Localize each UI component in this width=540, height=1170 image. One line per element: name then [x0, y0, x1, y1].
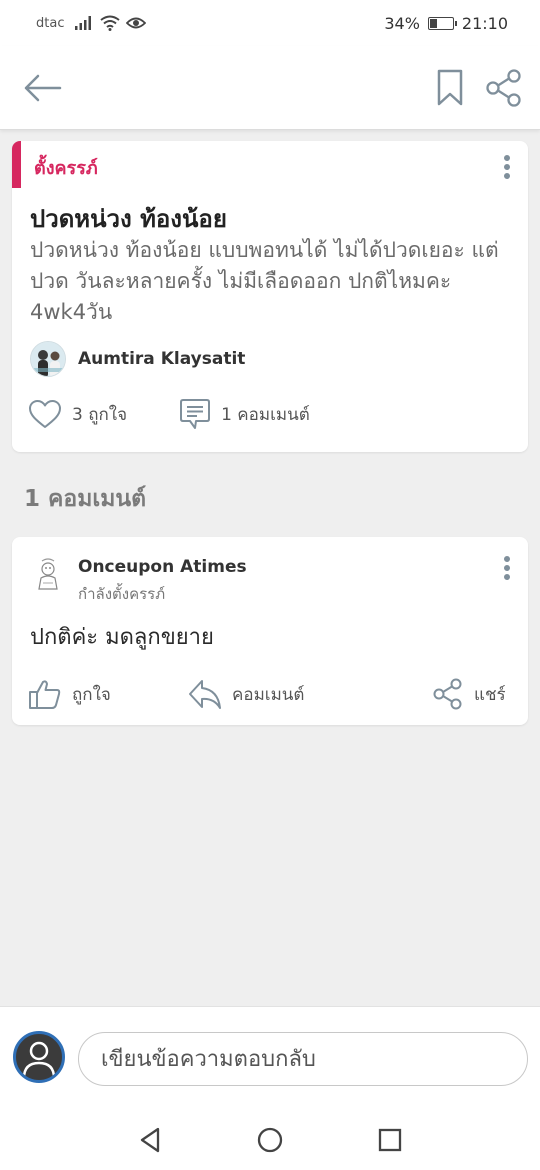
user-icon: [22, 1041, 56, 1079]
comment-share-button[interactable]: แชร์: [432, 677, 506, 711]
nav-recents-button[interactable]: [375, 1125, 405, 1155]
commenter-name[interactable]: Onceupon Atimes: [78, 557, 247, 577]
comment-actions: ถูกใจ คอมเมนต์ แชร์: [28, 677, 512, 711]
commenter-avatar[interactable]: [36, 557, 60, 591]
status-bar: dtac 34% 21:10: [0, 0, 540, 46]
battery-fill: [429, 18, 438, 28]
comment-bubble-icon: [180, 399, 211, 429]
heart-icon: [29, 400, 61, 428]
wifi-icon: [100, 15, 121, 31]
eye-icon: [126, 17, 147, 29]
post-actions: 3 ถูกใจ 1 คอมเมนต์: [28, 397, 310, 431]
system-nav-bar: [0, 1110, 540, 1170]
carrier-label: dtac: [36, 15, 65, 31]
category-tag[interactable]: ตั้งครรภ์: [34, 153, 98, 182]
reply-arrow-icon: [189, 680, 221, 709]
comment-like-label: ถูกใจ: [72, 684, 111, 705]
author-avatar[interactable]: [30, 341, 66, 377]
reply-input[interactable]: [78, 1032, 528, 1086]
thumbs-up-icon: [29, 680, 61, 709]
nav-recents-square-icon: [378, 1128, 402, 1152]
share-icon: [486, 69, 521, 107]
comment-reply-button[interactable]: คอมเมนต์: [188, 677, 304, 711]
battery-percent: 34%: [384, 13, 420, 33]
share-icon: [433, 678, 462, 710]
comment-reply-label: คอมเมนต์: [232, 684, 305, 705]
bookmark-icon: [437, 69, 463, 106]
post-more-options-icon[interactable]: [497, 152, 517, 182]
post-card: ตั้งครรภ์ ปวดหน่วง ท้องน้อย ปวดหน่วง ท้อ…: [12, 141, 528, 452]
comment-text: ปกติค่ะ มดลูกขยาย: [30, 625, 214, 650]
back-button[interactable]: [20, 68, 64, 108]
reply-bar: [0, 1006, 540, 1110]
comment-share-label: แชร์: [474, 684, 506, 705]
comment-card: Onceupon Atimes กำลังตั้งครรภ์ ปกติค่ะ ม…: [12, 537, 528, 725]
nav-home-button[interactable]: [255, 1125, 285, 1155]
post-author[interactable]: Aumtira Klaysatit: [30, 341, 245, 377]
nav-home-circle-icon: [257, 1127, 283, 1153]
bookmark-button[interactable]: [434, 68, 466, 108]
nav-back-button[interactable]: [136, 1125, 166, 1155]
category-accent-bar: [12, 141, 21, 188]
battery-icon: [427, 16, 457, 30]
like-button[interactable]: 3 ถูกใจ: [28, 399, 127, 429]
back-arrow-icon: [24, 74, 62, 102]
comments-heading: 1 คอมเมนต์: [24, 486, 147, 512]
nav-back-triangle-icon: [140, 1127, 160, 1153]
signal-icon: [75, 16, 92, 30]
comment-count: 1 คอมเมนต์: [221, 404, 310, 425]
share-button[interactable]: [484, 68, 524, 108]
comment-more-options-icon[interactable]: [497, 553, 517, 583]
clock: 21:10: [461, 13, 508, 33]
current-user-avatar[interactable]: [13, 1031, 65, 1083]
author-name[interactable]: Aumtira Klaysatit: [78, 349, 245, 369]
commenter-status: กำลังตั้งครรภ์: [78, 585, 166, 603]
post-body: ปวดหน่วง ท้องน้อย แบบพอทนได้ ไม่ได้ปวดเย…: [30, 238, 499, 324]
comment-like-button[interactable]: ถูกใจ: [28, 677, 111, 711]
post-title: ปวดหน่วง ท้องน้อย: [30, 205, 227, 233]
like-count: 3 ถูกใจ: [72, 404, 128, 425]
app-bar: [0, 46, 540, 130]
comment-count-button[interactable]: 1 คอมเมนต์: [179, 397, 310, 431]
